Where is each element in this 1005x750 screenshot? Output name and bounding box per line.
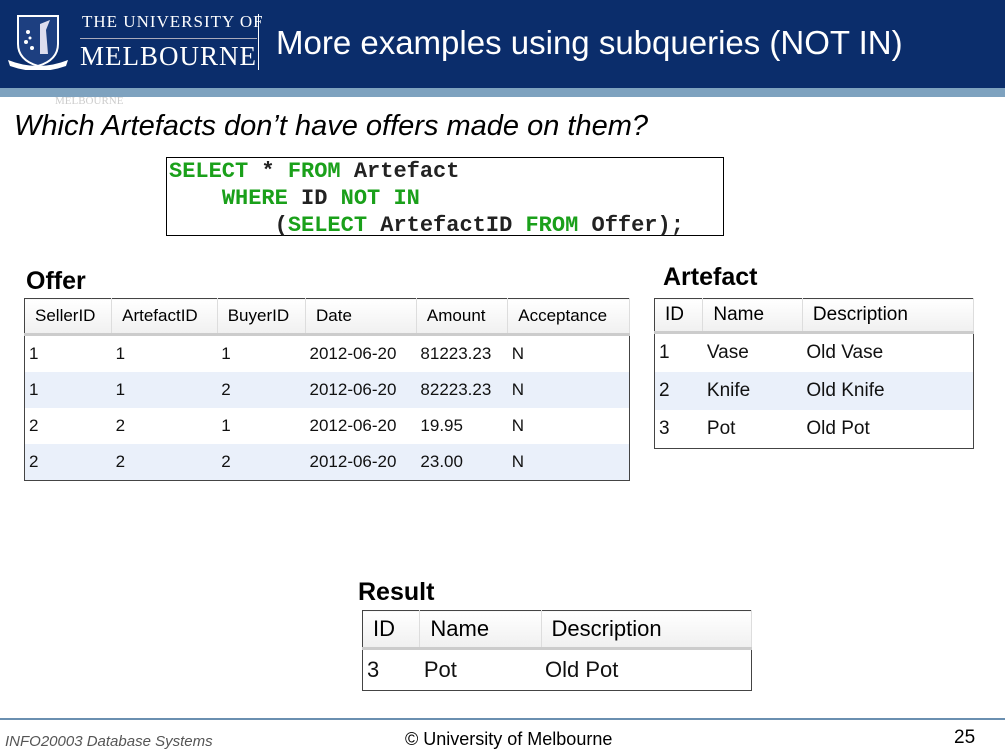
- question-heading: Which Artefacts don’t have offers made o…: [14, 110, 649, 142]
- table-cell: 2: [111, 444, 218, 481]
- sql-keyword: FROM: [287, 159, 341, 184]
- sql-text: Offer);: [578, 213, 684, 238]
- table-cell: 23.00: [416, 444, 508, 481]
- table-cell: 1: [24, 372, 112, 408]
- sql-text: ID: [287, 186, 341, 211]
- sql-text: (: [274, 213, 288, 238]
- table-cell: 2012-06-20: [305, 444, 417, 481]
- slide-title: More examples using subqueries (NOT IN): [276, 24, 903, 61]
- table-row: 2 2 2 2012-06-20 23.00 N: [24, 444, 630, 481]
- header-divider: [258, 14, 259, 70]
- table-cell: Old Vase: [806, 342, 884, 363]
- table-cell: 2: [24, 444, 112, 481]
- artefact-table-label: Artefact: [663, 263, 758, 291]
- table-row: 1 1 2 2012-06-20 82223.23 N: [24, 372, 630, 408]
- table-cell: Old Pot: [545, 657, 619, 682]
- table-cell: Knife: [702, 372, 803, 410]
- table-row: 2 Knife Old Knife: [654, 372, 974, 410]
- sql-text: Artefact: [340, 159, 460, 184]
- table-cell: 1: [659, 342, 670, 363]
- table-row: 3 Pot Old Pot: [655, 410, 974, 449]
- table-cell: 1: [111, 372, 218, 408]
- table-cell: N: [507, 372, 630, 408]
- column-header: Name: [702, 298, 803, 334]
- column-header: ID: [362, 610, 421, 650]
- offer-table: SellerID ArtefactID BuyerID Date Amount …: [24, 298, 630, 481]
- table-cell: N: [511, 416, 525, 435]
- table-cell: 19.95: [420, 416, 463, 435]
- column-header: ID: [654, 298, 704, 334]
- table-cell: 1: [115, 344, 126, 363]
- offer-table-label: Offer: [26, 267, 86, 295]
- table-cell: Vase: [706, 342, 749, 363]
- table-cell: 81223.23: [420, 344, 492, 363]
- artefact-table: ID Name Description 1 Vase Old Vase 2 Knife O…: [654, 298, 975, 449]
- table-cell: 2012-06-20: [309, 344, 397, 363]
- table-cell: 2: [217, 372, 306, 408]
- logo-text-line2: MELBOURNE: [80, 38, 257, 72]
- table-cell: 2: [29, 416, 39, 435]
- sql-keyword: NOT IN: [340, 186, 420, 211]
- sql-keyword: WHERE: [221, 186, 288, 211]
- footer-divider: [0, 718, 1005, 720]
- table-row: 1 Vase Old Vase: [655, 333, 974, 373]
- table-cell: 82223.23: [416, 372, 508, 408]
- table-cell: 3: [659, 418, 670, 439]
- column-header: Amount: [416, 298, 509, 336]
- table-row: 2 2 1 2012-06-20 19.95 N: [25, 408, 630, 444]
- header-stripe: [0, 88, 1005, 97]
- logo-text-line1: THE UNIVERSITY OF: [82, 12, 264, 31]
- sql-text: ArtefactID: [367, 213, 526, 238]
- table-cell: 2: [654, 372, 703, 410]
- column-header: Name: [419, 610, 542, 650]
- table-row: 1 1 1 2012-06-20 81223.23 N: [25, 335, 630, 373]
- page-number: 25: [954, 727, 976, 748]
- table-cell: 1: [221, 416, 231, 435]
- university-crest-icon: [8, 15, 68, 70]
- table-cell: N: [511, 344, 525, 363]
- slide-header: THE UNIVERSITY OF MELBOURNE More example…: [0, 0, 1005, 88]
- column-header: Acceptance: [507, 298, 630, 336]
- sql-keyword: FROM: [525, 213, 579, 238]
- table-cell: Old Knife: [802, 372, 974, 410]
- ghost-logo-text: MELBOURNE: [55, 95, 124, 107]
- column-header: SellerID: [24, 298, 113, 336]
- table-cell: N: [507, 444, 630, 481]
- footer-course: INFO20003 Database Systems: [5, 733, 213, 750]
- table-cell: 2: [115, 416, 126, 435]
- column-header: ArtefactID: [111, 298, 218, 336]
- sql-keyword: SELECT: [287, 213, 368, 238]
- table-row: 3 Pot Old Pot: [363, 649, 752, 691]
- column-header: Date: [305, 298, 417, 336]
- table-cell: 1: [221, 344, 231, 363]
- sql-keyword: SELECT: [169, 159, 249, 184]
- column-header: Description: [541, 610, 753, 650]
- table-cell: Pot: [423, 657, 457, 682]
- footer-copyright: © University of Melbourne: [405, 729, 613, 749]
- table-cell: 1: [29, 344, 39, 363]
- table-cell: Pot: [706, 418, 736, 439]
- table-cell: Old Pot: [806, 418, 870, 439]
- result-table: ID Name Description 3 Pot Old Pot: [362, 610, 753, 691]
- sql-text: *: [248, 159, 288, 184]
- table-cell: 3: [367, 657, 380, 682]
- column-header: BuyerID: [217, 298, 307, 336]
- column-header: Description: [802, 298, 975, 334]
- table-cell: 2012-06-20: [305, 372, 417, 408]
- table-cell: 2: [217, 444, 306, 481]
- table-cell: 2012-06-20: [309, 416, 397, 435]
- sql-code-box: SELECT * FROM Artefact WHERE ID NOT IN (…: [166, 157, 724, 238]
- result-table-label: Result: [358, 578, 435, 606]
